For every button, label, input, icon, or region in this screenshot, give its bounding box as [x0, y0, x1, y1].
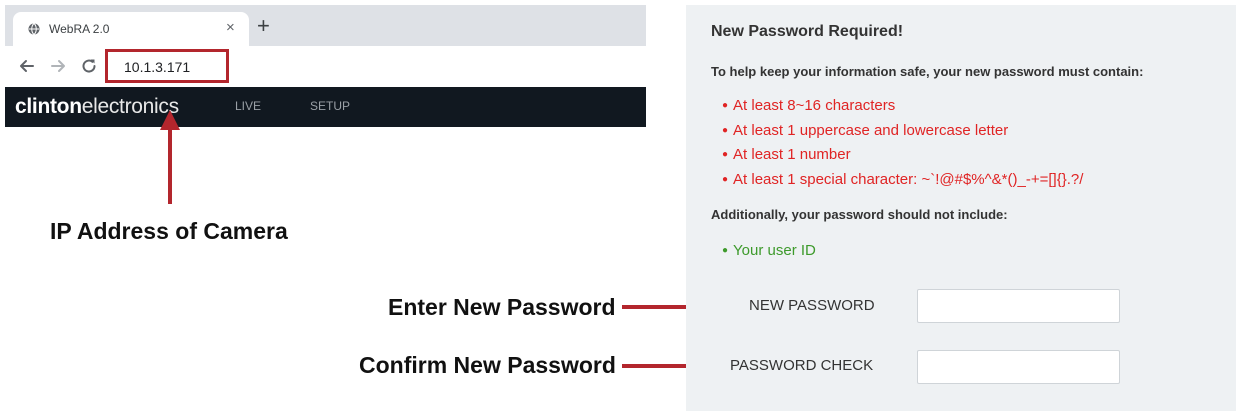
password-check-label: PASSWORD CHECK: [730, 357, 874, 374]
bullet-icon: ●: [722, 149, 729, 160]
close-tab-icon[interactable]: ×: [226, 20, 235, 36]
bullet-icon: ●: [722, 124, 729, 136]
new-tab-icon[interactable]: +: [257, 15, 270, 37]
requirement-item: ● At least 8~16 characters: [722, 96, 1083, 121]
enter-password-annotation: Enter New Password: [388, 294, 616, 320]
password-panel: New Password Required! To help keep your…: [686, 5, 1236, 411]
browser-toolbar: 10.1.3.171: [5, 46, 646, 87]
menu-setup[interactable]: SETUP: [310, 99, 350, 113]
url-text: 10.1.3.171: [124, 59, 191, 75]
requirement-item: ● At least 1 uppercase and lowercase lett…: [722, 121, 1083, 146]
ip-address-annotation: IP Address of Camera: [50, 218, 288, 244]
menu-live[interactable]: LIVE: [235, 99, 261, 113]
exclusions-heading: Additionally, your password should not i…: [711, 207, 1008, 222]
confirm-password-annotation: Confirm New Password: [359, 352, 616, 378]
bullet-icon: ●: [722, 245, 729, 256]
app-header: clintonelectronics LIVE SETUP: [5, 87, 646, 127]
requirement-text: At least 1 uppercase and lowercase lette…: [733, 121, 1009, 139]
forward-arrow-icon[interactable]: [47, 55, 69, 77]
bullet-icon: ●: [722, 173, 729, 185]
bullet-icon: ●: [722, 100, 729, 111]
back-arrow-icon[interactable]: [16, 55, 38, 77]
new-password-input[interactable]: [917, 289, 1120, 323]
requirement-text: At least 8~16 characters: [733, 97, 896, 114]
browser-tab[interactable]: WebRA 2.0 ×: [13, 12, 249, 46]
requirement-text: At least 1 number: [733, 146, 851, 163]
up-arrow-annotation: [160, 110, 180, 204]
browser-window: WebRA 2.0 × + 10.1.3.171 clintonelectron…: [5, 5, 646, 127]
requirement-text: At least 1 special character: ~`!@#$%^&*…: [733, 170, 1084, 188]
brand-logo-bold: clinton: [15, 95, 82, 118]
requirements-intro: To help keep your information safe, your…: [711, 64, 1144, 79]
password-check-input[interactable]: [917, 350, 1120, 384]
globe-icon: [28, 23, 40, 35]
panel-title: New Password Required!: [711, 23, 904, 40]
reload-icon[interactable]: [78, 55, 100, 77]
requirement-item: ● At least 1 special character: ~`!@#$%^&…: [722, 170, 1083, 195]
requirement-item: ● At least 1 number: [722, 145, 1083, 170]
new-password-label: NEW PASSWORD: [749, 297, 875, 314]
requirements-list: ● At least 8~16 characters ● At least 1 up…: [722, 96, 1083, 194]
exclusion-text: Your user ID: [733, 242, 816, 259]
tab-title: WebRA 2.0: [49, 22, 110, 36]
exclusion-item: ● Your user ID: [722, 242, 816, 259]
address-bar[interactable]: 10.1.3.171: [105, 49, 229, 83]
tab-strip: WebRA 2.0 × +: [5, 5, 646, 46]
